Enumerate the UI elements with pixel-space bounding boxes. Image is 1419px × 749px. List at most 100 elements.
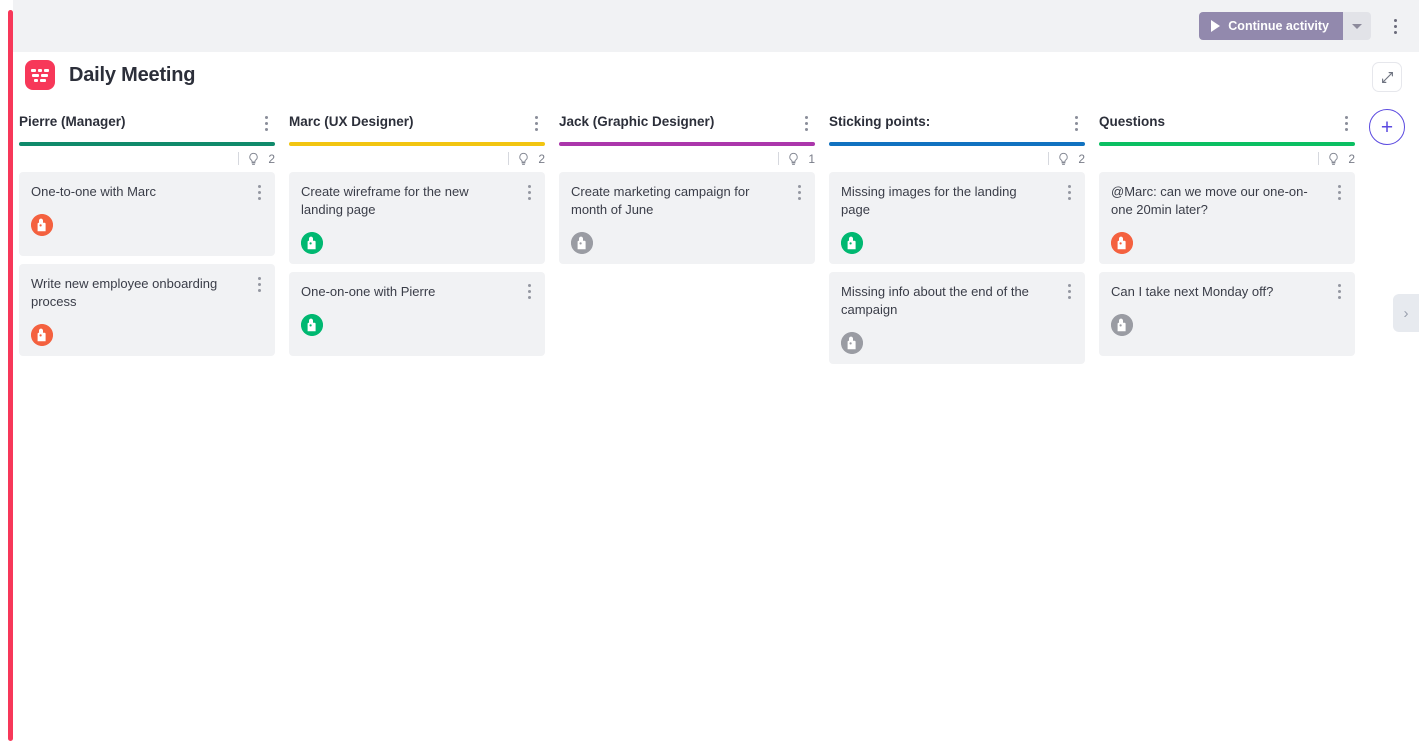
avatar[interactable] [841,331,863,354]
left-accent-stripe [8,10,13,741]
card-text: Create marketing campaign for month of J… [571,184,750,217]
logo-bar [44,68,49,72]
card-text: Create wireframe for the new landing pag… [301,184,469,217]
avatar-jack-icon [1111,313,1133,336]
meta-divider [778,152,779,165]
chevron-right-icon: › [1403,304,1409,322]
card-list: Create marketing campaign for month of J… [559,172,815,264]
avatar[interactable] [301,231,323,254]
more-options-icon [527,296,531,300]
toolbar-more-options-button[interactable] [1381,12,1409,40]
more-options-icon [264,115,268,119]
continue-activity-label: Continue activity [1228,19,1329,33]
avatar[interactable] [31,323,53,346]
logo-stripe-row [32,73,48,77]
continue-activity-dropdown[interactable] [1343,12,1371,40]
lightbulb-icon [1059,152,1068,165]
more-options-icon [1067,196,1071,200]
avatar[interactable] [1111,231,1133,254]
column-header: Jack (Graphic Designer) [559,112,815,142]
more-options-icon [1344,115,1348,119]
more-options-icon [1074,121,1078,125]
card-more-options-button[interactable] [1061,282,1077,302]
board-card[interactable]: Missing info about the end of the campai… [829,271,1085,364]
card-more-options-button[interactable] [791,182,807,202]
more-options-icon [797,184,801,188]
avatar[interactable] [1111,313,1133,336]
avatar-jack-icon [841,331,863,354]
column-more-options-button[interactable] [1337,112,1355,134]
card-more-options-button[interactable] [251,274,267,294]
column-title: Jack (Graphic Designer) [559,114,715,129]
board-card[interactable]: Can I take next Monday off? [1099,271,1355,356]
continue-activity-button[interactable]: Continue activity [1199,12,1343,40]
more-options-icon [1337,290,1341,294]
column-header: Pierre (Manager) [19,112,275,142]
lightbulb-icon [519,152,528,165]
card-list: @Marc: can we move our one-on-one 20min … [1099,172,1355,356]
column-more-options-button[interactable] [527,112,545,134]
play-icon [1211,20,1221,32]
more-options-icon [257,184,261,188]
card-text: @Marc: can we move our one-on-one 20min … [1111,184,1308,217]
column-more-options-button[interactable] [1067,112,1085,134]
board-card[interactable]: @Marc: can we move our one-on-one 20min … [1099,172,1355,264]
continue-activity-group: Continue activity [1199,12,1371,40]
collapse-board-button[interactable] [1372,62,1402,92]
board-card[interactable]: One-on-one with Pierre [289,271,545,356]
logo-bar [40,78,46,82]
more-options-icon [527,290,531,294]
more-options-icon [1067,184,1071,188]
more-options-icon [1337,196,1341,200]
more-options-icon [797,190,801,194]
card-more-options-button[interactable] [521,282,537,302]
column-idea-count: 1 [808,151,815,166]
board-card[interactable]: One-to-one with Marc [19,172,275,256]
column-meta: 2 [829,146,1085,168]
logo-bar [34,78,38,82]
avatar[interactable] [571,231,593,254]
card-more-options-button[interactable] [1331,282,1347,302]
card-more-options-button[interactable] [1331,182,1347,202]
add-column-button[interactable]: + [1369,109,1405,145]
column-idea-count: 2 [1078,151,1085,166]
meta-divider [1318,152,1319,165]
lightbulb-icon [1329,152,1338,165]
more-options-icon [1067,284,1071,288]
plus-icon: + [1380,115,1394,139]
logo-bar [31,68,36,72]
more-options-icon [534,115,538,119]
more-options-icon [257,288,261,292]
logo-bar [41,73,48,77]
board-card[interactable]: Write new employee onboarding process [19,264,275,356]
avatar-pierre-icon [1111,231,1133,254]
avatar-jack-icon [571,231,593,254]
column-title: Pierre (Manager) [19,114,126,129]
column-header: Sticking points: [829,112,1085,142]
more-options-icon [534,121,538,125]
meta-divider [1048,152,1049,165]
card-more-options-button[interactable] [521,182,537,202]
avatar-pierre-icon [31,323,53,346]
board-card[interactable]: Missing images for the landing page [829,172,1085,264]
card-more-options-button[interactable] [1061,182,1077,202]
open-side-panel-tab[interactable]: › [1393,294,1419,332]
card-more-options-button[interactable] [251,182,267,202]
more-options-icon [1337,284,1341,288]
avatar[interactable] [31,214,53,236]
avatar[interactable] [841,231,863,254]
avatar[interactable] [301,313,323,336]
lightbulb-icon [789,152,798,165]
card-text: Missing info about the end of the campai… [841,283,1029,317]
column-more-options-button[interactable] [797,112,815,134]
column-more-options-button[interactable] [257,112,275,134]
card-list: Create wireframe for the new landing pag… [289,172,545,356]
more-options-icon [1067,190,1071,194]
meta-divider [238,152,239,165]
card-list: One-to-one with Marc Write new employee o… [19,172,275,356]
top-toolbar: Continue activity [13,0,1419,52]
board-card[interactable]: Create wireframe for the new landing pag… [289,172,545,264]
more-options-icon [1393,30,1397,34]
board-card[interactable]: Create marketing campaign for month of J… [559,172,815,264]
card-list: Missing images for the landing page Missi… [829,172,1085,364]
